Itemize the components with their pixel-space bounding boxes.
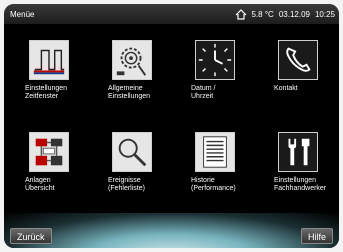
screen: Menüe 5.8 °C 03.12.09 10:25 Einstellunge… [4,4,339,248]
magnifier-icon [112,132,152,172]
tile-label: Historie (Performance) [191,177,236,192]
time-window-settings-icon [29,40,69,80]
tile-date-time[interactable]: Datum / Uhrzeit [180,40,260,120]
date-readout: 03.12.09 [278,10,310,19]
tile-general-settings[interactable]: Allgemeine Einstellungen [97,40,177,120]
tile-history[interactable]: Historie (Performance) [180,132,260,212]
tile-label: Kontakt [274,85,298,92]
help-button[interactable]: Hilfe [300,228,333,244]
history-list-icon [195,132,235,172]
tile-label: Einstellungen Zeitfenster [25,85,68,100]
phone-icon [278,40,318,80]
temperature-readout: 5.8 °C [251,10,274,19]
menu-title: Menüe [10,10,35,19]
tile-events[interactable]: Ereignisse (Fehlerliste) [97,132,177,212]
status-bar: Menüe 5.8 °C 03.12.09 10:25 [4,4,339,24]
bottom-bar [4,213,339,248]
tile-contact[interactable]: Kontakt [263,40,339,120]
tile-label: Ereignisse (Fehlerliste) [108,177,145,192]
tile-label: Datum / Uhrzeit [191,85,216,100]
time-readout: 10:25 [314,10,335,19]
tile-installer-settings[interactable]: Einstellungen Fachhandwerker [263,132,339,212]
gear-icon [112,40,152,80]
home-icon [235,9,246,20]
tile-time-window-settings[interactable]: Einstellungen Zeitfenster [14,40,94,120]
status-info: 5.8 °C 03.12.09 10:25 [235,9,335,20]
wrench-icon [278,132,318,172]
tile-label: Einstellungen Fachhandwerker [274,177,327,192]
system-overview-icon [29,132,69,172]
tile-label: Anlagen Übersicht [25,177,55,192]
back-button[interactable]: Zurück [10,228,52,244]
clock-icon [195,40,235,80]
tile-label: Allgemeine Einstellungen [108,85,151,100]
tile-system-overview[interactable]: Anlagen Übersicht [14,132,94,212]
